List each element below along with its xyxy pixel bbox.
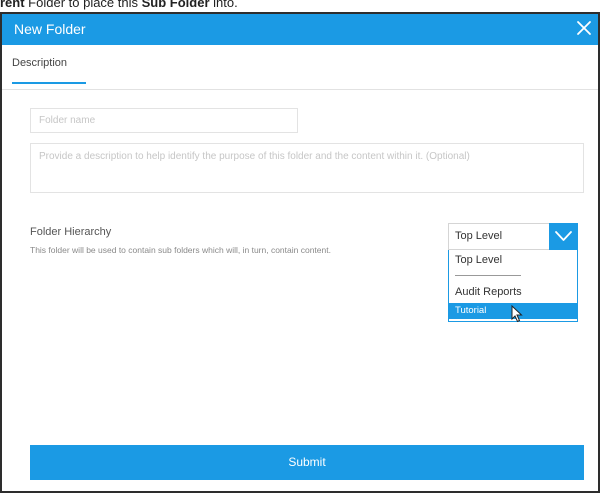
instruction-text: rent Folder to place this Sub Folder int… (0, 0, 238, 10)
dialog-title: New Folder (14, 21, 86, 37)
chevron-down-icon (555, 231, 572, 241)
select-current-value: Top Level (455, 230, 503, 242)
folder-description-placeholder: Provide a description to help identify t… (39, 151, 470, 162)
close-icon[interactable] (572, 16, 596, 40)
submit-button[interactable]: Submit (30, 445, 584, 480)
instruction-bold-prefix: rent (0, 0, 25, 10)
mouse-pointer-icon (511, 305, 523, 323)
tab-description[interactable]: Description (12, 57, 67, 69)
folder-description-input[interactable]: Provide a description to help identify t… (30, 143, 584, 193)
option-top-level[interactable]: Top Level (449, 252, 577, 268)
dropdown-toggle-button[interactable] (549, 223, 578, 250)
folder-hierarchy-description: This folder will be used to contain sub … (30, 245, 331, 255)
folder-hierarchy-title: Folder Hierarchy (30, 226, 112, 238)
new-folder-dialog: New Folder Description Folder name Provi… (0, 12, 600, 493)
tab-bar: Description (2, 45, 598, 90)
option-audit-reports[interactable]: Audit Reports (449, 284, 577, 300)
active-tab-indicator (12, 82, 86, 84)
option-separator (455, 275, 521, 276)
dialog-titlebar: New Folder (2, 14, 598, 45)
instruction-middle: Folder to place this (24, 0, 142, 10)
instruction-suffix: into. (209, 0, 238, 10)
folder-hierarchy-select[interactable]: Top Level (448, 223, 578, 250)
folder-name-placeholder: Folder name (39, 115, 96, 126)
folder-name-input[interactable]: Folder name (30, 108, 298, 133)
instruction-bold-term: Sub Folder (141, 0, 210, 10)
